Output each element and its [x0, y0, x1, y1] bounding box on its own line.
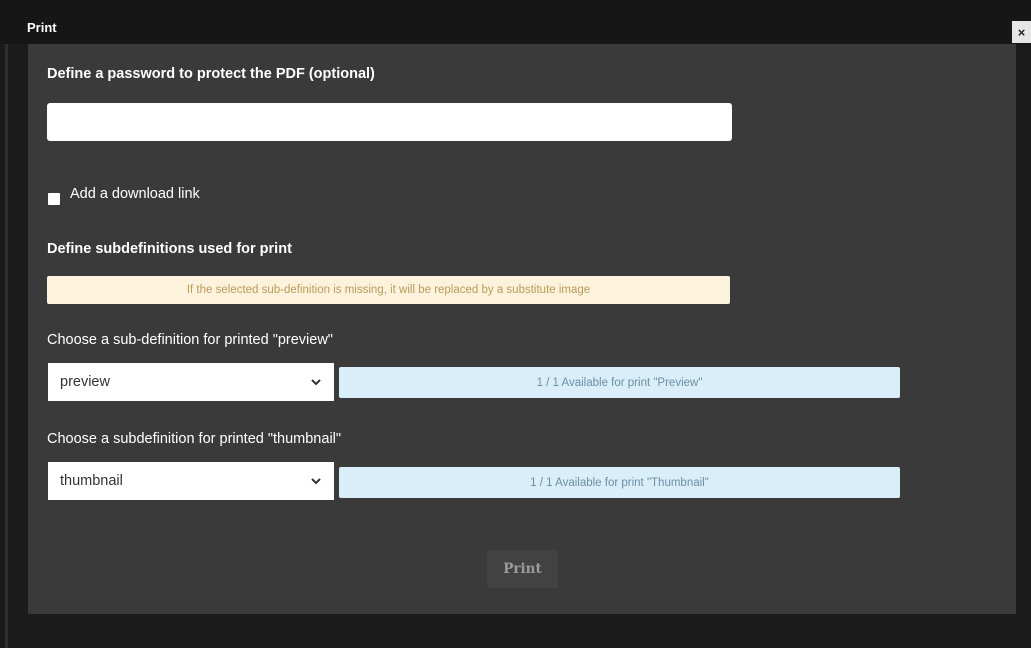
print-button[interactable]: Print [487, 550, 558, 588]
close-button[interactable]: × [1012, 21, 1031, 43]
thumbnail-availability: 1 / 1 Available for print "Thumbnail" [339, 467, 900, 498]
thumbnail-select-value: thumbnail [60, 473, 123, 489]
download-link-label: Add a download link [70, 186, 200, 202]
dialog-left-edge [5, 44, 8, 648]
chevron-down-icon [311, 478, 321, 485]
thumbnail-label: Choose a subdefinition for printed "thum… [47, 431, 342, 447]
password-label: Define a password to protect the PDF (op… [47, 66, 375, 82]
dialog-header: Print × [0, 0, 1031, 44]
password-input[interactable] [47, 103, 732, 141]
thumbnail-select[interactable]: thumbnail [48, 462, 334, 500]
chevron-down-icon [311, 379, 321, 386]
substitute-warning: If the selected sub-definition is missin… [47, 276, 730, 304]
preview-label: Choose a sub-definition for printed "pre… [47, 332, 333, 348]
download-link-checkbox[interactable] [48, 193, 60, 205]
subdefinitions-heading: Define subdefinitions used for print [47, 241, 292, 257]
preview-select[interactable]: preview [48, 363, 334, 401]
preview-select-value: preview [60, 374, 110, 390]
close-icon: × [1017, 24, 1026, 40]
dialog-title: Print [27, 20, 57, 35]
preview-availability: 1 / 1 Available for print "Preview" [339, 367, 900, 398]
